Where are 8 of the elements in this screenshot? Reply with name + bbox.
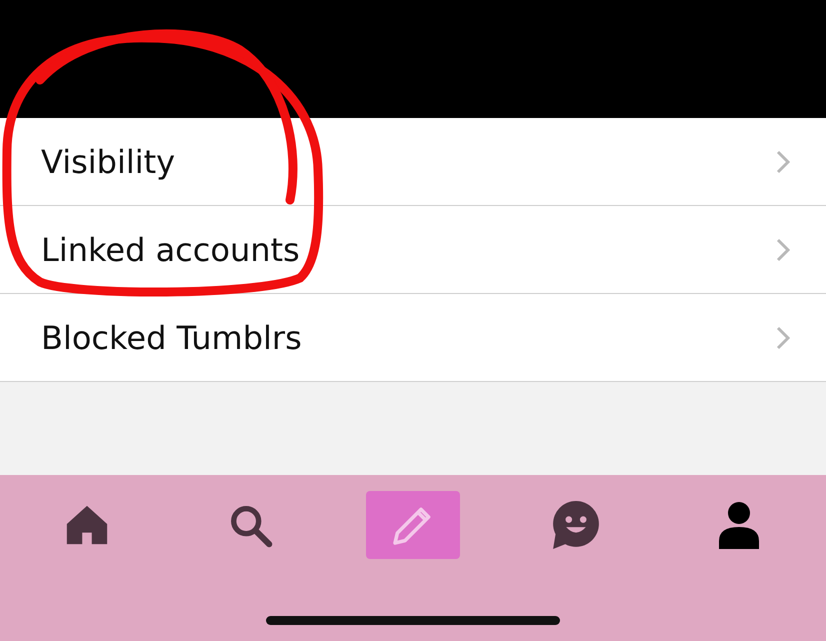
chevron-icon	[776, 150, 790, 174]
chevron-icon	[776, 326, 790, 350]
settings-row-label[interactable]: Visibility	[41, 142, 176, 180]
smiley-chat-icon	[552, 501, 600, 549]
chevron-icon	[776, 238, 790, 262]
settings-row-label[interactable]: Linked accounts	[41, 230, 300, 268]
person-icon	[717, 501, 761, 549]
settings-row-label[interactable]: Blocked Tumblrs	[41, 318, 302, 356]
